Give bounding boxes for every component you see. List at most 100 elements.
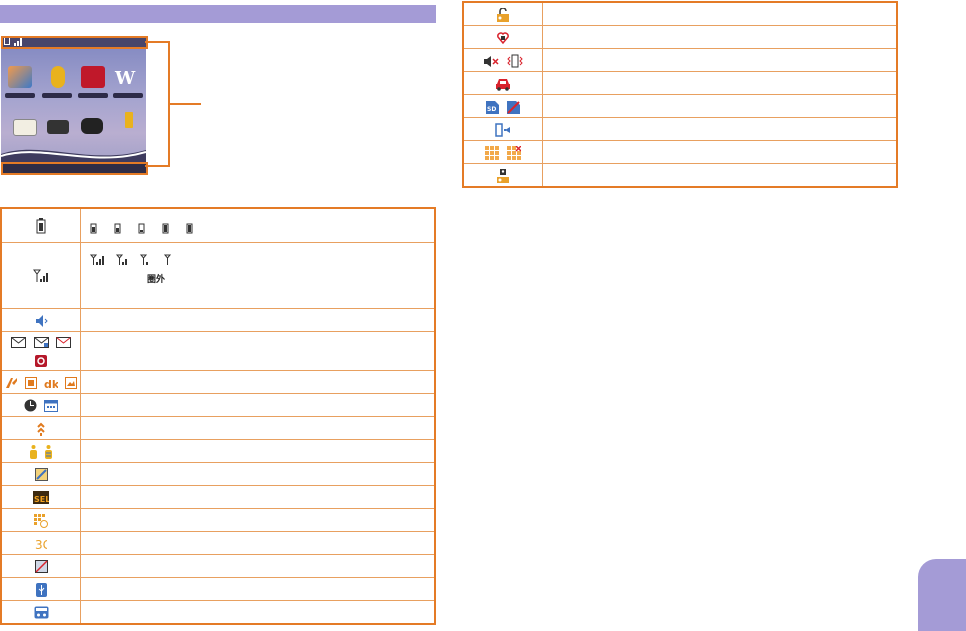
drive-mode-desc	[542, 71, 898, 95]
keypad-timer-desc	[80, 507, 436, 532]
drive-mode-icon	[496, 78, 510, 91]
cell-infrared	[462, 117, 543, 141]
keypad-desc	[542, 140, 898, 164]
camera-app-icon	[47, 120, 69, 134]
callout-connector	[145, 41, 201, 167]
svg-text:SELF: SELF	[34, 495, 49, 504]
battery-icon	[36, 218, 46, 234]
cell-sd: SD	[462, 94, 543, 118]
memo-icon	[34, 468, 48, 481]
signal-icon	[33, 269, 48, 282]
arrows-desc	[80, 415, 436, 440]
usb-desc	[80, 576, 436, 601]
app-icon-iappli	[51, 66, 65, 88]
usb-app-icon	[125, 112, 133, 128]
photo-icon	[65, 376, 78, 389]
svg-text:3G: 3G	[35, 538, 47, 551]
app-icon-home	[8, 66, 32, 88]
infrared-icon	[495, 123, 510, 137]
no-sim-desc	[80, 553, 436, 578]
cell-mail	[0, 330, 81, 371]
arrows-up-icon	[37, 422, 45, 436]
keypad-timer-icon	[34, 513, 48, 528]
lock-icon	[24, 376, 37, 389]
svg-text:SD: SD	[487, 106, 496, 113]
keypad-icon	[485, 146, 500, 160]
cell-usb	[0, 576, 81, 601]
app-icon-widget: W	[115, 68, 136, 89]
usb-icon	[35, 582, 47, 597]
battery-levels	[80, 207, 436, 243]
signal-levels: 圏外	[80, 241, 436, 309]
cell-keypad	[462, 140, 543, 164]
sd-icon: SD	[486, 100, 500, 114]
cell-no-sim	[0, 553, 81, 578]
iappli-running-icon	[44, 444, 52, 459]
cell-iappli	[0, 438, 81, 463]
heart-lock-icon	[497, 32, 509, 45]
sd-desc	[542, 94, 898, 118]
iappli-desc	[80, 438, 436, 463]
iappli-icon	[30, 444, 38, 459]
self-mode-desc	[80, 484, 436, 509]
3g-desc	[80, 530, 436, 555]
cell-mute-vibrate	[462, 48, 543, 72]
cell-key-lock	[462, 1, 543, 26]
out-of-range-label: 圏外	[147, 274, 166, 285]
manner-mode-icon	[36, 314, 48, 327]
status-area-callout	[1, 36, 148, 49]
cassette-desc	[80, 599, 436, 624]
cell-3g: 3G	[0, 530, 81, 555]
cell-signal	[0, 241, 81, 309]
mute-icon	[484, 55, 499, 67]
mail-desc	[80, 330, 436, 371]
app-label	[78, 93, 108, 98]
mute-vibrate-desc	[542, 48, 898, 72]
infrared-desc	[542, 117, 898, 141]
dk-icon: dk	[44, 378, 58, 389]
cell-memo	[0, 461, 81, 486]
mail-icon	[11, 336, 27, 348]
cassette-icon	[34, 606, 48, 619]
bottom-area-callout	[1, 162, 148, 175]
manner-mode-desc	[80, 307, 436, 332]
cell-clock	[0, 392, 81, 417]
felica-icon	[5, 377, 17, 388]
cell-felica: dk	[0, 369, 81, 394]
key-lock-desc	[542, 1, 898, 26]
owner-key-desc	[542, 163, 898, 188]
cell-heart-lock	[462, 25, 543, 49]
svg-text:dk: dk	[44, 378, 58, 389]
mail-sms-icon	[33, 336, 49, 348]
mail-receive-icon	[55, 336, 71, 348]
section-header-bar	[0, 5, 436, 23]
app-icon-cantina	[81, 66, 105, 88]
cell-owner-key	[462, 163, 543, 188]
3g-icon: 3G	[35, 538, 47, 551]
cell-drive-mode	[462, 71, 543, 95]
cell-battery	[0, 207, 81, 243]
app-label	[42, 93, 72, 98]
no-sim-icon	[34, 560, 48, 573]
cell-arrows	[0, 415, 81, 440]
status-icon-table-left: 圏外 dk SELF 3G	[0, 207, 436, 625]
vibrate-icon	[506, 54, 523, 68]
cell-manner-mode	[0, 307, 81, 332]
memo-desc	[80, 461, 436, 486]
clock-icon	[24, 399, 37, 412]
cell-self-mode: SELF	[0, 484, 81, 509]
clock-desc	[80, 392, 436, 417]
cell-cassette	[0, 599, 81, 624]
key-lock-icon	[497, 8, 509, 22]
self-mode-icon: SELF	[33, 491, 49, 504]
app-label	[113, 93, 143, 98]
status-icon-table-right: SD	[462, 1, 898, 188]
chapter-tab	[918, 559, 966, 631]
cmail-icon	[35, 355, 47, 367]
phone-screen-illustration: W	[1, 36, 146, 175]
sd-disabled-icon	[506, 100, 520, 114]
calendar-icon	[44, 399, 59, 412]
cell-keypad-timer	[0, 507, 81, 532]
heart-lock-desc	[542, 25, 898, 49]
camcorder-app-icon	[81, 118, 103, 134]
